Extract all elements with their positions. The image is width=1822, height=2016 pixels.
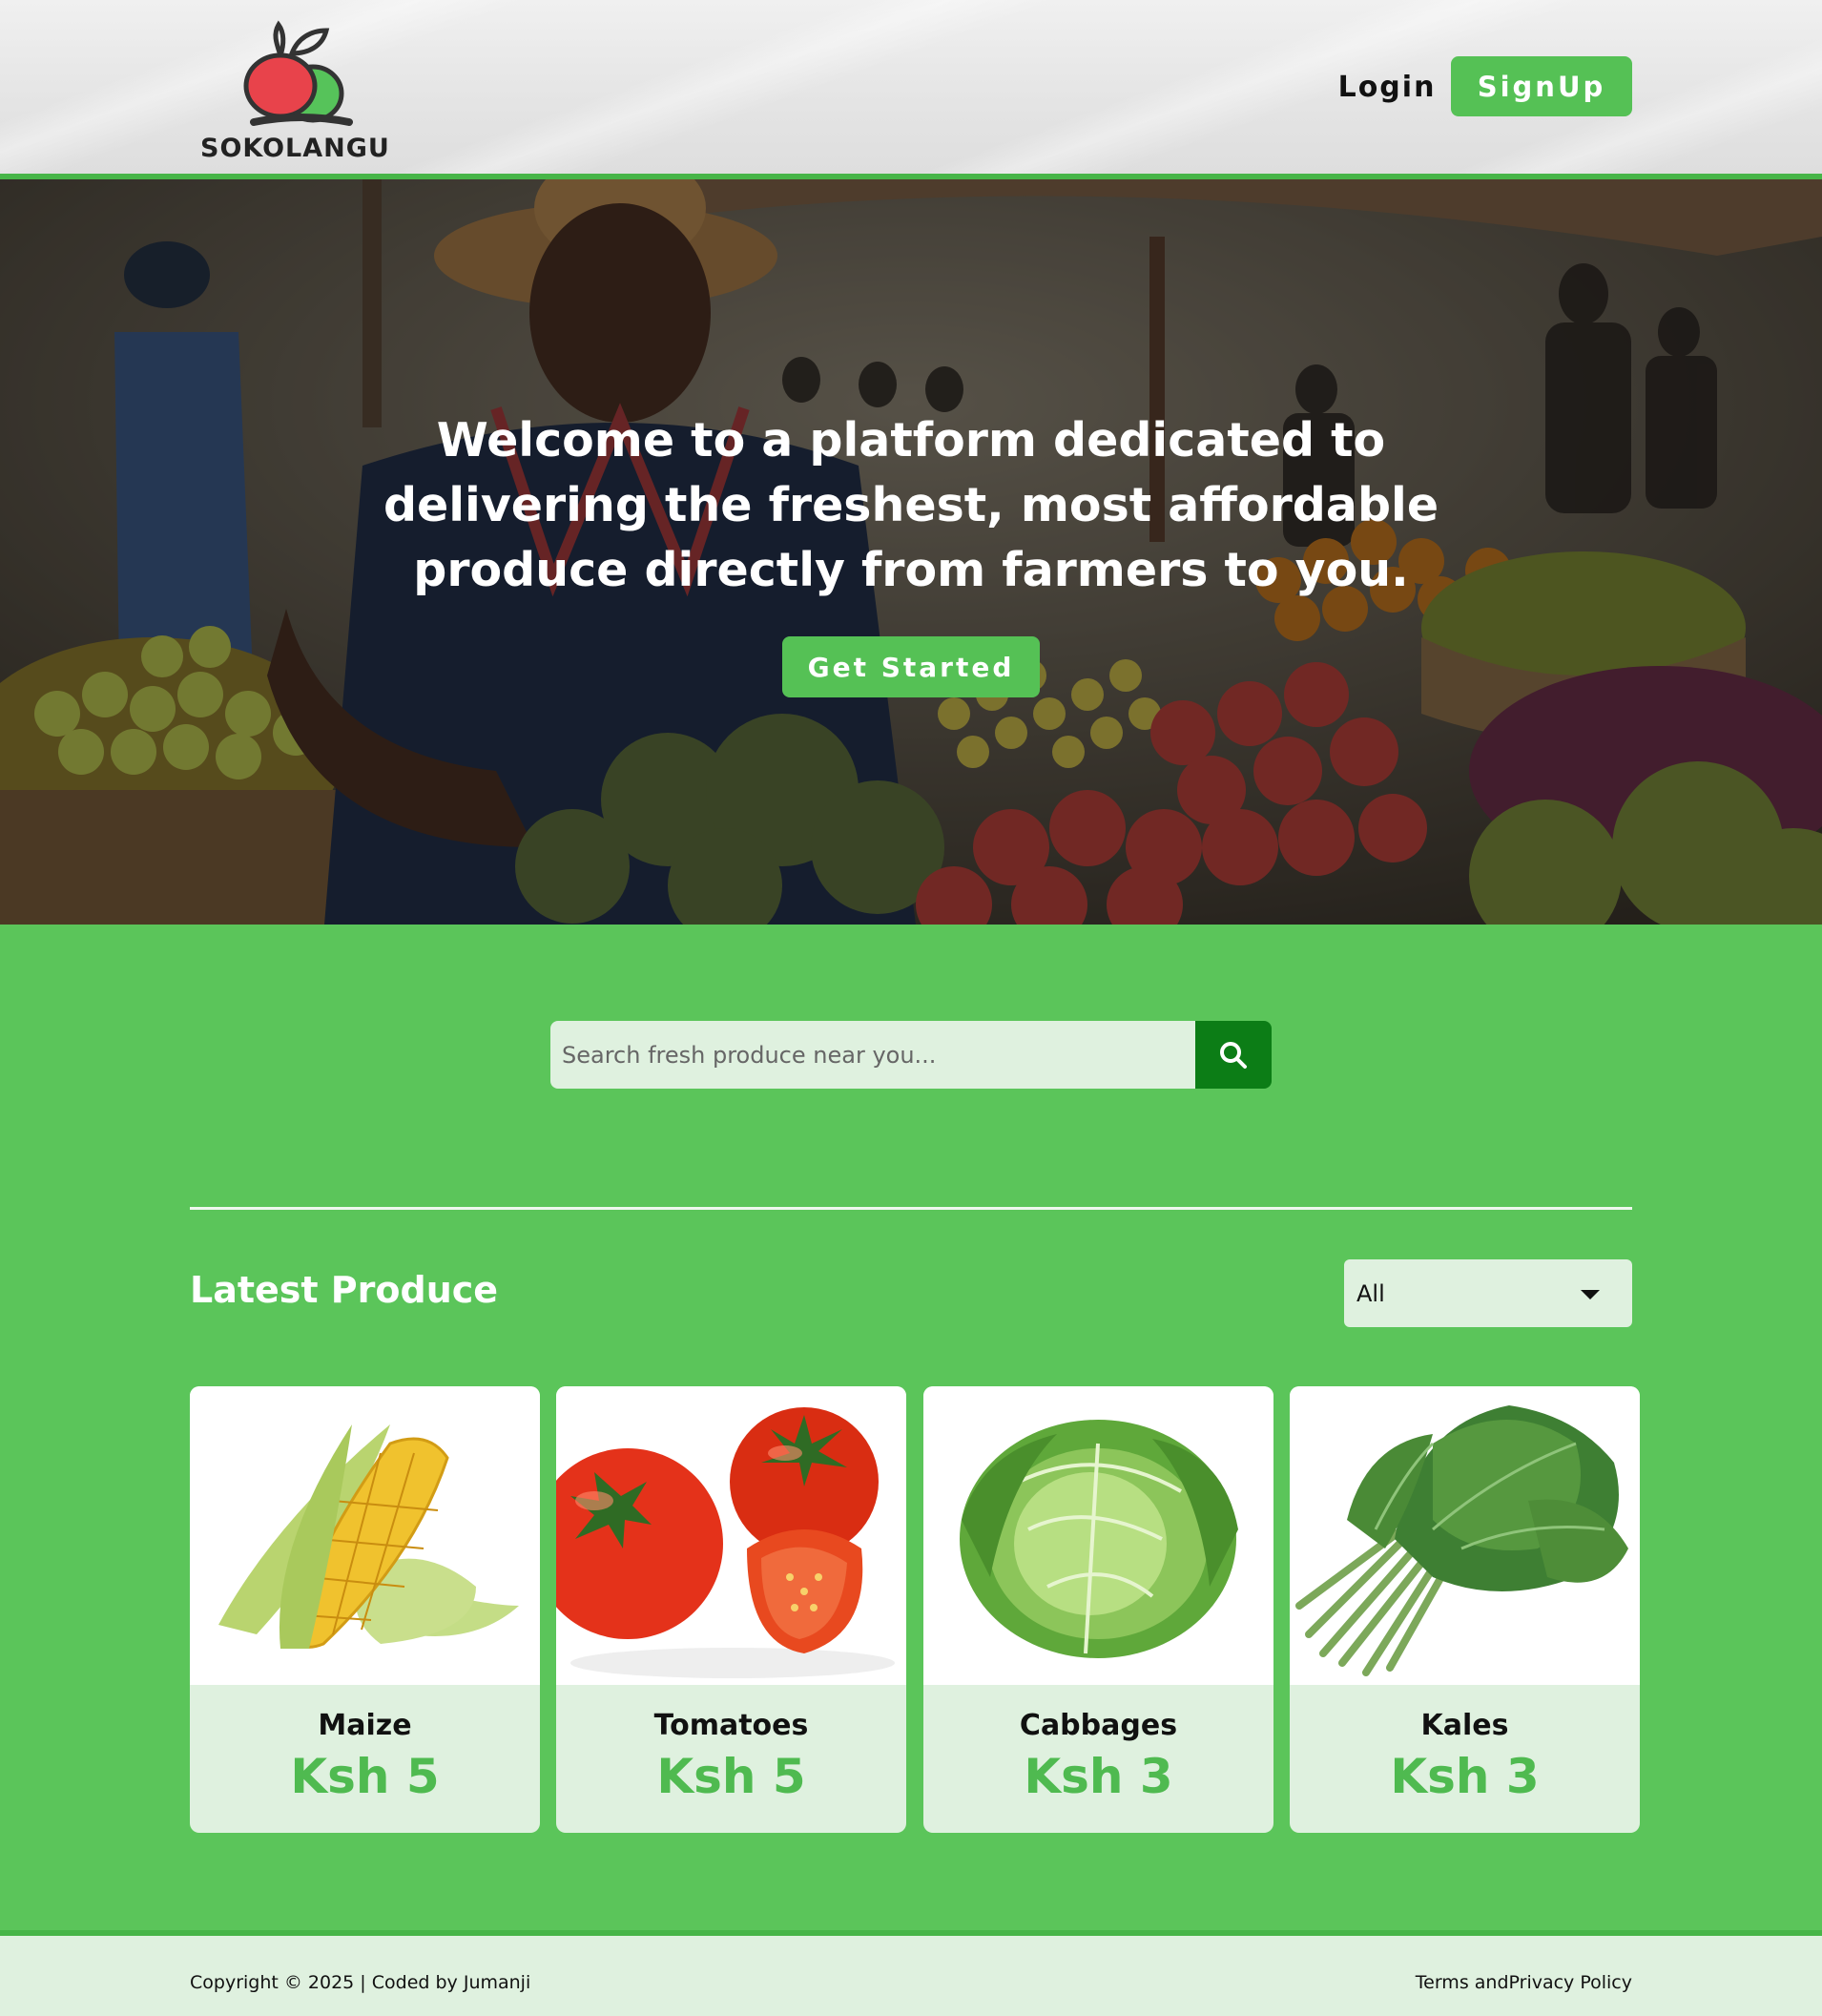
produce-name: Cabbages (1019, 1709, 1178, 1742)
maize-image (190, 1386, 540, 1685)
produce-price: Ksh 5 (656, 1749, 806, 1804)
hero-headline: Welcome to a platform dedicated to deliv… (383, 413, 1439, 597)
copyright-text: Copyright © 2025 | Coded by Jumanji (190, 1972, 531, 1993)
site-header: SOKOLANGU Login SignUp (0, 0, 1822, 179)
produce-price: Ksh 5 (290, 1749, 440, 1804)
tomatoes-image (556, 1386, 906, 1685)
search-bar (550, 1021, 1272, 1089)
produce-name: Kales (1420, 1709, 1509, 1742)
apple-logo-icon (243, 20, 353, 126)
category-filter-select[interactable]: All (1344, 1259, 1632, 1327)
brand-logo[interactable]: SOKOLANGU (197, 17, 406, 165)
terms-privacy-link[interactable]: Terms andPrivacy Policy (1416, 1972, 1632, 1993)
produce-grid: Maize Ksh 5 Tomatoes Ksh 5 Cabbages Ksh … (190, 1386, 1640, 1833)
produce-card-maize[interactable]: Maize Ksh 5 (190, 1386, 540, 1833)
produce-card-tomatoes[interactable]: Tomatoes Ksh 5 (556, 1386, 906, 1833)
search-input[interactable] (550, 1021, 1195, 1089)
signup-button[interactable]: SignUp (1451, 56, 1632, 116)
get-started-button[interactable]: Get Started (782, 636, 1040, 697)
latest-produce-heading: Latest Produce (190, 1269, 499, 1311)
produce-name: Tomatoes (653, 1709, 809, 1742)
produce-card-cabbages[interactable]: Cabbages Ksh 3 (923, 1386, 1273, 1833)
cabbages-image (923, 1386, 1273, 1685)
section-divider (190, 1207, 1632, 1210)
brand-name: SOKOLANGU (200, 134, 390, 163)
search-icon (1220, 1041, 1247, 1069)
chevron-down-icon (1581, 1290, 1600, 1299)
kales-image (1290, 1386, 1640, 1685)
produce-name: Maize (318, 1709, 412, 1742)
login-button[interactable]: Login (1328, 57, 1446, 116)
produce-price: Ksh 3 (1024, 1749, 1173, 1804)
site-footer: Copyright © 2025 | Coded by Jumanji Term… (0, 1930, 1822, 2016)
filter-selected-value: All (1356, 1279, 1385, 1307)
produce-price: Ksh 3 (1390, 1749, 1540, 1804)
search-button[interactable] (1195, 1021, 1272, 1089)
produce-card-kales[interactable]: Kales Ksh 3 (1290, 1386, 1640, 1833)
hero-banner: Welcome to a platform dedicated to deliv… (0, 179, 1822, 925)
